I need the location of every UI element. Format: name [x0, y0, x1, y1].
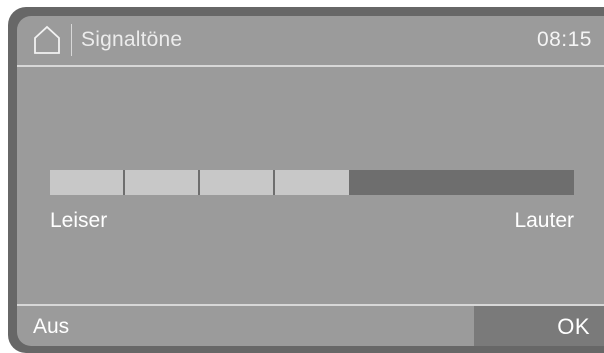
home-icon	[34, 25, 60, 54]
ok-button[interactable]: OK	[474, 306, 604, 346]
home-button[interactable]	[31, 24, 63, 56]
clock-time: 08:15	[536, 28, 592, 51]
header-divider	[71, 24, 72, 56]
footer-bar: Aus OK	[17, 304, 604, 346]
display-screen: Signaltöne 08:15 Leiser Lauter Aus OK	[17, 16, 604, 346]
volume-segment-4	[275, 170, 349, 195]
off-button[interactable]: Aus	[17, 306, 472, 346]
page-title: Signaltöne	[81, 28, 183, 51]
header-bar: Signaltöne 08:15	[17, 16, 604, 67]
louder-label: Lauter	[514, 209, 574, 232]
volume-segment-3	[200, 170, 274, 195]
volume-segment-1	[50, 170, 124, 195]
volume-segment-2	[125, 170, 199, 195]
quieter-label: Leiser	[50, 209, 108, 232]
volume-level-bar[interactable]	[50, 170, 574, 195]
